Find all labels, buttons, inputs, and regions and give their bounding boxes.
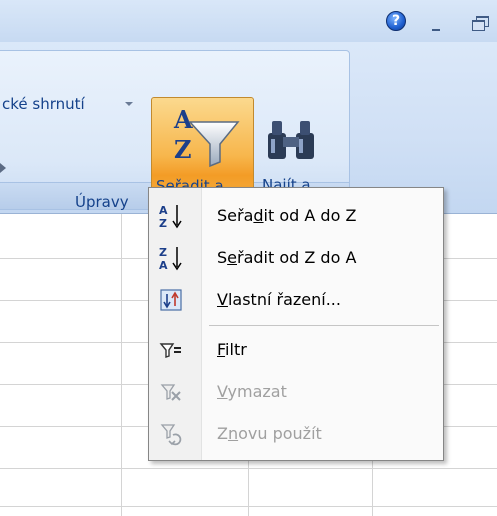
menu-separator <box>209 325 439 326</box>
reapply-filter-icon <box>160 424 182 446</box>
grid-column-line <box>121 214 122 516</box>
menu-item-custom-sort[interactable]: Vlastní řazení... <box>149 280 443 320</box>
menu-item-filter[interactable]: Filtr <box>149 330 443 370</box>
svg-text:Z: Z <box>159 246 167 259</box>
minimize-button[interactable] <box>428 19 444 33</box>
menu-item-sort-a-to-z[interactable]: A Z Seřadit od A do Z <box>149 196 443 236</box>
svg-text:Z: Z <box>174 135 192 164</box>
filter-icon <box>159 343 181 358</box>
menu-item-clear: Vymazat <box>149 372 443 412</box>
menu-item-label: Filtr <box>217 340 247 359</box>
binoculars-icon <box>268 121 314 159</box>
svg-text:A: A <box>173 105 193 134</box>
autosum-dropdown-arrow[interactable] <box>125 102 133 106</box>
group-label-editing: Úpravy <box>75 193 129 211</box>
title-bar: ? <box>0 0 497 42</box>
menu-item-label: Vymazat <box>217 382 287 401</box>
autosum-button-label[interactable]: cké shrnutí <box>2 95 85 113</box>
custom-sort-icon <box>160 289 182 311</box>
help-button[interactable]: ? <box>386 11 406 31</box>
menu-item-label: Seřadit od Z do A <box>217 248 357 267</box>
clear-filter-icon <box>160 384 181 401</box>
sort-a-to-z-icon: A Z <box>159 204 182 229</box>
menu-item-reapply: Znovu použít <box>149 414 443 454</box>
menu-item-label: Seřadit od A do Z <box>217 206 357 225</box>
svg-text:A: A <box>159 204 168 217</box>
menu-item-label: Vlastní řazení... <box>217 290 341 309</box>
svg-text:Z: Z <box>159 217 167 229</box>
sort-filter-menu: A Z Seřadit od A do Z Z A Seřadit od Z d… <box>148 187 444 461</box>
restore-button[interactable] <box>470 14 497 32</box>
menu-item-label: Znovu použít <box>217 424 322 443</box>
sort-z-to-a-icon: Z A <box>159 246 182 271</box>
fill-dropdown-arrow[interactable] <box>0 163 6 173</box>
sort-filter-icon: A Z <box>173 105 240 168</box>
menu-item-sort-z-to-a[interactable]: Z A Seřadit od Z do A <box>149 238 443 278</box>
svg-text:A: A <box>159 259 168 271</box>
